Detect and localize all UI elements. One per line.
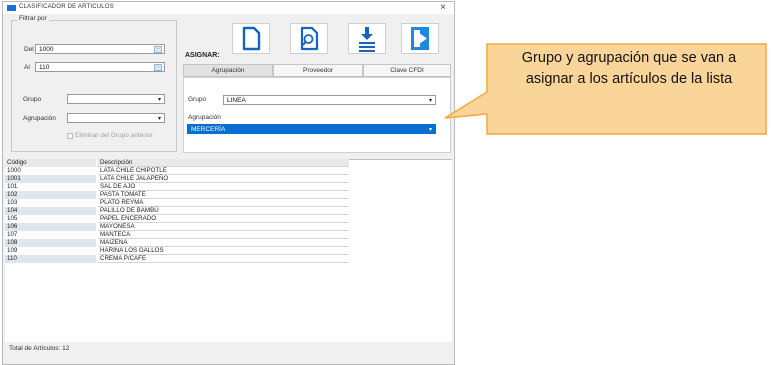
table-header: Código Descripción (5, 159, 349, 167)
tab-clave-cfdi[interactable]: Clave CFDI (363, 64, 451, 77)
exit-button[interactable] (401, 23, 439, 54)
assign-agrupacion-select[interactable]: MERCERÍA (187, 124, 436, 134)
cell-codigo: 107 (5, 231, 97, 239)
chevron-down-icon[interactable]: ▾ (158, 96, 161, 103)
grupo-select[interactable] (67, 94, 165, 104)
title-bar: CLASIFICADOR DE ARTICULOS × (3, 2, 454, 14)
cell-codigo: 109 (5, 247, 97, 255)
cell-descripcion: LATA CHILE JALAPEÑO (98, 175, 349, 183)
app-window: CLASIFICADOR DE ARTICULOS × Filtrar por … (2, 1, 455, 365)
cell-codigo: 104 (5, 207, 97, 215)
table-row[interactable]: 103 PLATO REYMA (5, 199, 349, 207)
agrupacion-label: Agrupación (23, 115, 56, 122)
del-lookup-button[interactable]: ·· (154, 46, 162, 53)
cell-descripcion: MAYONESA (98, 223, 349, 231)
asignar-label: ASIGNAR: (185, 52, 220, 59)
cell-codigo: 106 (5, 223, 97, 231)
cell-codigo: 101 (5, 183, 97, 191)
table-row[interactable]: 1000 LATA CHILE CHIPOTLE (5, 167, 349, 175)
al-label: Al (24, 64, 30, 71)
cell-descripcion: MAIZENA (98, 239, 349, 247)
window-title: CLASIFICADOR DE ARTICULOS (19, 4, 114, 10)
cell-codigo: 105 (5, 215, 97, 223)
table-row[interactable]: 102 PASTA TOMATE (5, 191, 349, 199)
table-row[interactable]: 104 PALILLO DE BAMBÚ (5, 207, 349, 215)
agrupacion-select[interactable] (67, 113, 165, 123)
callout-text: Grupo y agrupación que se van a asignar … (521, 50, 737, 87)
table-row[interactable]: 1001 LATA CHILE JALAPEÑO (5, 175, 349, 183)
search-document-button[interactable] (290, 23, 328, 54)
table-row[interactable]: 101 SAL DE AJO (5, 183, 349, 191)
new-document-button[interactable] (232, 23, 270, 54)
cell-descripcion: CREMA P/CAFE (98, 255, 349, 263)
cell-descripcion: PAPEL ENCERADO (98, 215, 349, 223)
tab-agrupacion[interactable]: Agrupación (183, 64, 273, 77)
eliminar-checkbox-label: Eliminar del Grupo anterior (75, 132, 153, 139)
al-lookup-button[interactable]: ·· (154, 64, 162, 71)
table-row[interactable]: 105 PAPEL ENCERADO (5, 215, 349, 223)
del-input[interactable]: 1000 (35, 44, 165, 54)
cell-descripcion: PALILLO DE BAMBÚ (98, 207, 349, 215)
cell-descripcion: HARINA LOS GALLOS (98, 247, 349, 255)
exit-icon (411, 27, 429, 50)
cell-descripcion: PASTA TOMATE (98, 191, 349, 199)
total-articulos: Total de Artículos: 12 (9, 345, 69, 352)
table-row[interactable]: 106 MAYONESA (5, 223, 349, 231)
filter-legend: Filtrar por (17, 15, 49, 22)
tab-proveedor[interactable]: Proveedor (273, 64, 363, 77)
grupo-label: Grupo (23, 96, 42, 103)
cell-codigo: 102 (5, 191, 97, 199)
chevron-down-icon[interactable]: ▾ (429, 126, 432, 133)
download-button[interactable] (348, 23, 386, 54)
cell-codigo: 1001 (5, 175, 97, 183)
header-descripcion[interactable]: Descripción (98, 159, 349, 167)
assign-agrupacion-label: Agrupación (188, 114, 221, 121)
chevron-down-icon[interactable]: ▾ (429, 97, 432, 104)
cell-descripcion: LATA CHILE CHIPOTLE (98, 167, 349, 175)
table-row[interactable]: 107 MANTECA (5, 231, 349, 239)
table-row[interactable]: 109 HARINA LOS GALLOS (5, 247, 349, 255)
cell-descripcion: MANTECA (98, 231, 349, 239)
al-input[interactable]: 110 (35, 62, 165, 72)
assign-panel (183, 77, 451, 153)
eliminar-checkbox[interactable] (67, 133, 73, 139)
total-value: 12 (62, 345, 70, 352)
chevron-down-icon[interactable]: ▾ (158, 115, 161, 122)
cell-codigo: 110 (5, 255, 97, 263)
total-label: Total de Artículos: (9, 345, 61, 352)
cell-descripcion: SAL DE AJO (98, 183, 349, 191)
cell-descripcion: PLATO REYMA (98, 199, 349, 207)
new-document-icon (242, 26, 261, 51)
cell-codigo: 108 (5, 239, 97, 247)
table-row[interactable]: 108 MAIZENA (5, 239, 349, 247)
app-icon (7, 5, 16, 11)
assign-grupo-select[interactable]: LINEA (223, 95, 436, 105)
cell-codigo: 1000 (5, 167, 97, 175)
assign-grupo-label: Grupo (188, 96, 207, 103)
close-icon[interactable]: × (440, 2, 446, 13)
header-codigo[interactable]: Código (5, 159, 97, 167)
search-document-icon (300, 26, 319, 51)
cell-codigo: 103 (5, 199, 97, 207)
table-row[interactable]: 110 CREMA P/CAFE (5, 255, 349, 263)
del-label: Del (24, 46, 34, 53)
download-icon (359, 27, 375, 52)
